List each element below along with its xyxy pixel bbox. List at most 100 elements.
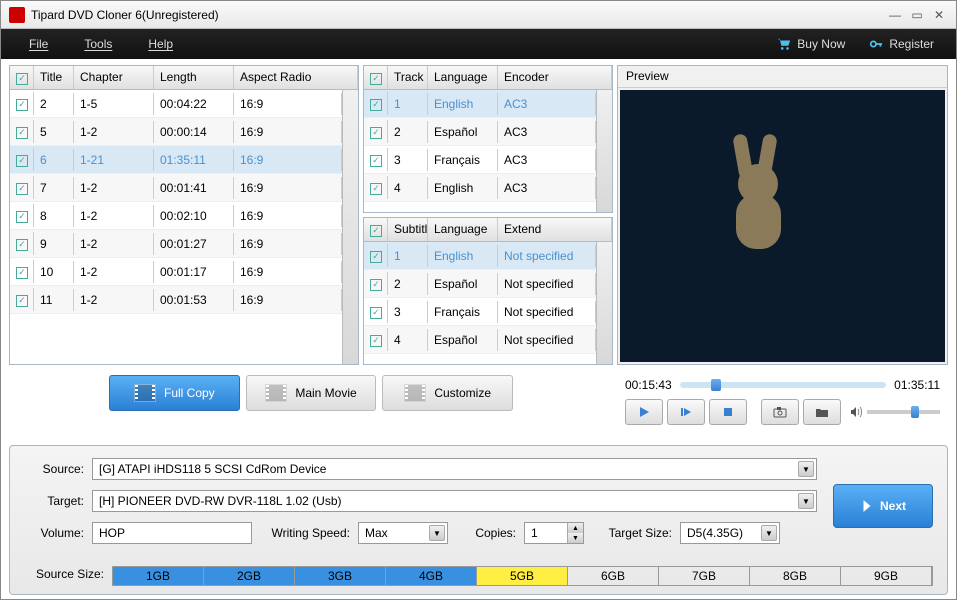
table-row[interactable]: ✓51-200:00:1416:9	[10, 118, 342, 146]
register-button[interactable]: Register	[857, 37, 946, 51]
table-row[interactable]: ✓2EspañolAC3	[364, 118, 596, 146]
next-button[interactable]: Next	[833, 484, 933, 528]
target-size-select[interactable]: D5(4.35G) ▼	[680, 522, 780, 544]
mode-full-copy[interactable]: Full Copy	[109, 375, 240, 411]
table-row[interactable]: ✓101-200:01:1716:9	[10, 258, 342, 286]
cell: Français	[428, 301, 498, 323]
row-checkbox[interactable]: ✓	[370, 127, 382, 139]
cell: 16:9	[234, 149, 342, 171]
col-subtitle-language[interactable]: Language	[428, 218, 498, 241]
mode-main-movie[interactable]: Main Movie	[246, 375, 377, 411]
menu-file[interactable]: File	[11, 37, 66, 51]
row-checkbox[interactable]: ✓	[16, 183, 28, 195]
table-row[interactable]: ✓21-500:04:2216:9	[10, 90, 342, 118]
row-checkbox[interactable]: ✓	[16, 267, 28, 279]
subtitles-scrollbar[interactable]	[596, 242, 612, 364]
table-row[interactable]: ✓4EspañolNot specified	[364, 326, 596, 354]
preview-panel: Preview	[617, 65, 948, 365]
source-select[interactable]: [G] ATAPI iHDS118 5 SCSI CdRom Device ▼	[92, 458, 817, 480]
writing-speed-select[interactable]: Max ▼	[358, 522, 448, 544]
copies-spinner[interactable]: 1 ▲▼	[524, 522, 584, 544]
table-row[interactable]: ✓1EnglishNot specified	[364, 242, 596, 270]
tracks-select-all-checkbox[interactable]: ✓	[370, 73, 382, 85]
cell: 01:35:11	[154, 149, 234, 171]
cell: 1-2	[74, 205, 154, 227]
menu-help[interactable]: Help	[130, 37, 191, 51]
row-checkbox[interactable]: ✓	[16, 127, 28, 139]
subtitles-select-all-checkbox[interactable]: ✓	[370, 225, 382, 237]
row-checkbox[interactable]: ✓	[370, 99, 382, 111]
cell: Français	[428, 149, 498, 171]
seek-slider[interactable]	[680, 382, 886, 388]
preview-video[interactable]	[620, 90, 945, 362]
mode-customize[interactable]: Customize	[382, 375, 513, 411]
table-row[interactable]: ✓1EnglishAC3	[364, 90, 596, 118]
cell: 3	[388, 149, 428, 171]
buy-now-button[interactable]: Buy Now	[765, 37, 857, 51]
tracks-scrollbar[interactable]	[596, 90, 612, 212]
table-row[interactable]: ✓111-200:01:5316:9	[10, 286, 342, 314]
row-checkbox[interactable]: ✓	[370, 155, 382, 167]
table-row[interactable]: ✓3FrançaisAC3	[364, 146, 596, 174]
row-checkbox[interactable]: ✓	[370, 251, 382, 263]
table-row[interactable]: ✓61-2101:35:1116:9	[10, 146, 342, 174]
col-encoder[interactable]: Encoder	[498, 66, 612, 89]
table-row[interactable]: ✓3FrançaisNot specified	[364, 298, 596, 326]
table-row[interactable]: ✓2EspañolNot specified	[364, 270, 596, 298]
maximize-button[interactable]: ▭	[908, 7, 926, 23]
volume-slider[interactable]	[867, 410, 940, 414]
col-track-language[interactable]: Language	[428, 66, 498, 89]
table-row[interactable]: ✓4EnglishAC3	[364, 174, 596, 202]
table-row[interactable]: ✓71-200:01:4116:9	[10, 174, 342, 202]
minimize-button[interactable]: —	[886, 7, 904, 23]
spin-down-icon[interactable]: ▼	[568, 533, 583, 543]
col-track[interactable]: Track	[388, 66, 428, 89]
col-subtitle[interactable]: Subtitle	[388, 218, 428, 241]
size-tick: 5GB	[477, 567, 568, 585]
open-folder-button[interactable]	[803, 399, 841, 425]
size-tick: 4GB	[386, 567, 477, 585]
volume-input[interactable]: HOP	[92, 522, 252, 544]
cell: 10	[34, 261, 74, 283]
writing-speed-label: Writing Speed:	[260, 526, 350, 540]
close-button[interactable]: ✕	[930, 7, 948, 23]
preview-frame-bunny	[718, 144, 798, 254]
titles-scrollbar[interactable]	[342, 90, 358, 364]
row-checkbox[interactable]: ✓	[16, 155, 28, 167]
snapshot-button[interactable]	[761, 399, 799, 425]
row-checkbox[interactable]: ✓	[16, 295, 28, 307]
col-chapter[interactable]: Chapter	[74, 66, 154, 89]
cell: English	[428, 93, 498, 115]
col-extend[interactable]: Extend	[498, 218, 612, 241]
size-tick: 8GB	[750, 567, 841, 585]
col-title[interactable]: Title	[34, 66, 74, 89]
row-checkbox[interactable]: ✓	[16, 99, 28, 111]
menu-tools[interactable]: Tools	[66, 37, 130, 51]
play-button[interactable]	[625, 399, 663, 425]
row-checkbox[interactable]: ✓	[370, 183, 382, 195]
source-size-label: Source Size:	[24, 567, 104, 581]
col-length[interactable]: Length	[154, 66, 234, 89]
size-tick: 9GB	[841, 567, 932, 585]
mode-bar: Full Copy Main Movie Customize	[9, 375, 613, 411]
cell: 2	[388, 273, 428, 295]
step-button[interactable]	[667, 399, 705, 425]
cell: Not specified	[498, 245, 596, 267]
table-row[interactable]: ✓91-200:01:2716:9	[10, 230, 342, 258]
row-checkbox[interactable]: ✓	[370, 279, 382, 291]
row-checkbox[interactable]: ✓	[16, 239, 28, 251]
row-checkbox[interactable]: ✓	[370, 335, 382, 347]
table-row[interactable]: ✓81-200:02:1016:9	[10, 202, 342, 230]
cell: English	[428, 245, 498, 267]
size-tick: 2GB	[204, 567, 295, 585]
col-aspect[interactable]: Aspect Radio	[234, 66, 358, 89]
cell: AC3	[498, 121, 596, 143]
row-checkbox[interactable]: ✓	[16, 211, 28, 223]
spin-up-icon[interactable]: ▲	[568, 523, 583, 533]
stop-button[interactable]	[709, 399, 747, 425]
row-checkbox[interactable]: ✓	[370, 307, 382, 319]
cell: 16:9	[234, 93, 342, 115]
select-all-checkbox[interactable]: ✓	[16, 73, 28, 85]
target-select[interactable]: [H] PIONEER DVD-RW DVR-118L 1.02 (Usb) ▼	[92, 490, 817, 512]
cell: Not specified	[498, 329, 596, 351]
